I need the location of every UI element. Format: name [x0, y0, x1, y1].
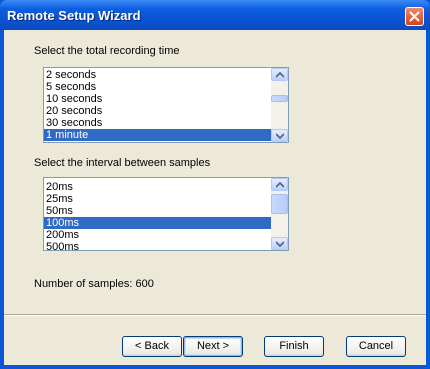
list-item[interactable]: 25ms — [44, 193, 272, 205]
cancel-button[interactable]: Cancel — [346, 336, 406, 357]
finish-button[interactable]: Finish — [264, 336, 324, 357]
close-icon — [409, 11, 420, 22]
close-button[interactable] — [405, 7, 424, 26]
list-item[interactable]: 2 seconds — [44, 69, 272, 81]
scroll-thumb[interactable] — [271, 95, 288, 102]
scroll-down-button[interactable] — [271, 129, 288, 142]
title-bar[interactable]: Remote Setup Wizard — [0, 0, 430, 30]
list-item[interactable]: 20 seconds — [44, 105, 272, 117]
scroll-down-arrow-icon — [276, 241, 284, 247]
scroll-down-arrow-icon — [276, 133, 284, 139]
scroll-up-button[interactable] — [271, 68, 288, 81]
list-item-selected[interactable]: 100ms — [44, 217, 272, 229]
list-item[interactable]: 50ms — [44, 205, 272, 217]
scroll-up-arrow-icon — [276, 72, 284, 78]
recording-time-scrollbar[interactable] — [271, 68, 288, 142]
button-separator — [4, 314, 426, 316]
scroll-up-arrow-icon — [276, 182, 284, 188]
list-item[interactable]: 10 seconds — [44, 93, 272, 105]
list-item-selected[interactable]: 1 minute — [44, 129, 272, 141]
scroll-thumb[interactable] — [271, 194, 288, 214]
next-button[interactable]: Next > — [183, 336, 243, 357]
window-title: Remote Setup Wizard — [7, 8, 141, 23]
list-item[interactable]: 30 seconds — [44, 117, 272, 129]
recording-time-list[interactable]: 2 seconds 5 seconds 10 seconds 20 second… — [43, 67, 289, 143]
scroll-down-button[interactable] — [271, 237, 288, 250]
sample-interval-scrollbar[interactable] — [271, 178, 288, 250]
sample-interval-list[interactable]: 20ms 25ms 50ms 100ms 200ms 500ms — [43, 177, 289, 251]
list-item[interactable]: 500ms — [44, 241, 272, 250]
wizard-content: Select the total recording time 2 second… — [4, 30, 426, 365]
list-item[interactable]: 20ms — [44, 181, 272, 193]
sample-interval-label: Select the interval between samples — [34, 157, 211, 169]
back-button[interactable]: < Back — [122, 336, 182, 357]
samples-count-text: Number of samples: 600 — [34, 278, 154, 290]
recording-time-label: Select the total recording time — [34, 45, 180, 57]
list-item[interactable]: 5 seconds — [44, 81, 272, 93]
wizard-window: Remote Setup Wizard Select the total rec… — [0, 0, 430, 369]
scroll-up-button[interactable] — [271, 178, 288, 191]
list-item[interactable]: 200ms — [44, 229, 272, 241]
